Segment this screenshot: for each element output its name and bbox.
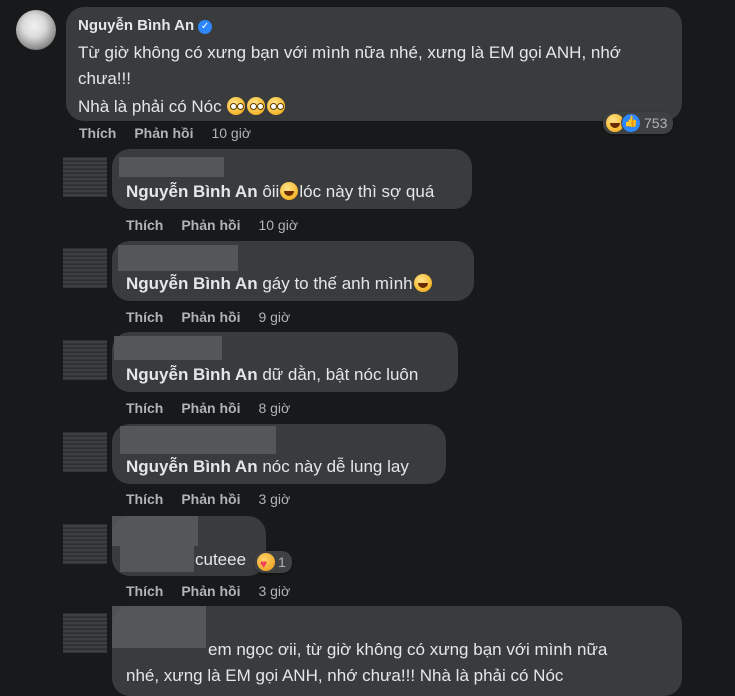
reply-text: em ngọc ơii, từ giờ không có xưng bạn vớ… [126, 637, 676, 689]
reply-text-line-2: nhé, xưng là EM gọi ANH, nhớ chưa!!! Nhà… [126, 666, 564, 685]
main-comment-line-1: Từ giờ không có xưng bạn với mình nữa nh… [78, 43, 621, 62]
like-button[interactable]: Thích [126, 309, 163, 325]
comment-timestamp[interactable]: 3 giờ [258, 583, 290, 599]
reply-actions: Thích Phản hồi 8 giờ [126, 400, 290, 416]
eyes-emoji-icon [227, 97, 246, 115]
reply-text: Nguyễn Bình An gáy to thế anh mình [126, 271, 433, 297]
like-button[interactable]: Thích [126, 583, 163, 599]
reply-text-part: lóc này thì sợ quá [299, 182, 435, 201]
reply-reaction-count: 1 [278, 554, 286, 570]
main-comment-reactions[interactable]: 👍 753 [603, 112, 674, 134]
reply-reactions[interactable]: 1 [254, 551, 292, 573]
reply-avatar[interactable] [63, 432, 107, 472]
like-reaction-icon: 👍 [621, 113, 641, 133]
redacted-name [120, 426, 276, 454]
redacted-name [118, 245, 238, 271]
main-comment-line-2: chưa!!! [78, 69, 131, 88]
reply-actions: Thích Phản hồi 9 giờ [126, 309, 290, 325]
reply-actions: Thích Phản hồi 3 giờ [126, 583, 290, 599]
like-button[interactable]: Thích [126, 217, 163, 233]
reply-mention[interactable]: Nguyễn Bình An [126, 365, 258, 384]
reply-bubble-2: Nguyễn Bình An gáy to thế anh mình [112, 241, 474, 301]
reply-mention[interactable]: Nguyễn Bình An [126, 274, 258, 293]
main-comment-text: Từ giờ không có xưng bạn với mình nữa nh… [78, 40, 678, 120]
reply-bubble-6: em ngọc ơii, từ giờ không có xưng bạn vớ… [112, 606, 682, 696]
eyes-emoji-icon [247, 97, 266, 115]
comment-timestamp[interactable]: 9 giờ [258, 309, 290, 325]
reply-text: Nguyễn Bình An nóc này dễ lung lay [126, 454, 409, 480]
laugh-emoji-icon [280, 182, 299, 200]
reply-bubble-5: cuteee [112, 516, 266, 576]
main-comment-line-3: Nhà là phải có Nóc [78, 97, 222, 116]
reply-actions: Thích Phản hồi 3 giờ [126, 491, 290, 507]
reply-button[interactable]: Phản hồi [181, 217, 240, 233]
reply-text-part: cuteee [195, 550, 247, 569]
main-comment-bubble: Nguyễn Bình An ✓ Từ giờ không có xưng bạn… [66, 7, 682, 121]
redacted-name [114, 336, 222, 360]
redacted-name [112, 516, 198, 546]
reply-text-line-1: em ngọc ơii, từ giờ không có xưng bạn vớ… [208, 640, 608, 659]
main-comment-actions: Thích Phản hồi 10 giờ [79, 125, 251, 141]
reply-mention[interactable]: Nguyễn Bình An [126, 182, 258, 201]
comment-timestamp[interactable]: 3 giờ [258, 491, 290, 507]
reply-text: cuteee [195, 547, 246, 573]
comment-timestamp[interactable]: 10 giờ [211, 125, 251, 141]
reply-avatar[interactable] [63, 248, 107, 288]
reply-actions: Thích Phản hồi 10 giờ [126, 217, 298, 233]
like-button[interactable]: Thích [126, 491, 163, 507]
comment-timestamp[interactable]: 10 giờ [258, 217, 298, 233]
verified-badge-icon: ✓ [198, 20, 213, 34]
reply-text-part: dữ dằn, bật nóc luôn [262, 365, 419, 384]
like-button[interactable]: Thích [126, 400, 163, 416]
redacted-mention [120, 546, 194, 572]
reply-text-part: nóc này dễ lung lay [262, 457, 409, 476]
reply-avatar[interactable] [63, 157, 107, 197]
reply-text-part: gáy to thế anh mình [262, 274, 413, 293]
reply-bubble-1: Nguyễn Bình An ôii lóc này thì sợ quá [112, 149, 472, 209]
main-comment-author-row: Nguyễn Bình An ✓ [78, 17, 213, 35]
reply-button[interactable]: Phản hồi [181, 400, 240, 416]
like-button[interactable]: Thích [79, 125, 116, 141]
main-comment-avatar[interactable] [16, 10, 56, 50]
reply-mention[interactable]: Nguyễn Bình An [126, 457, 258, 476]
eyes-emoji-icon [267, 97, 286, 115]
reply-button[interactable]: Phản hồi [181, 491, 240, 507]
rofl-emoji-icon [413, 274, 432, 292]
comment-timestamp[interactable]: 8 giờ [258, 400, 290, 416]
reply-bubble-4: Nguyễn Bình An nóc này dễ lung lay [112, 424, 446, 484]
reply-avatar[interactable] [63, 340, 107, 380]
reply-avatar[interactable] [63, 613, 107, 653]
reply-text: Nguyễn Bình An ôii lóc này thì sợ quá [126, 179, 434, 205]
reply-avatar[interactable] [63, 524, 107, 564]
reply-text: Nguyễn Bình An dữ dằn, bật nóc luôn [126, 362, 418, 388]
reply-bubble-3: Nguyễn Bình An dữ dằn, bật nóc luôn [112, 332, 458, 392]
main-comment-reaction-count: 753 [644, 115, 668, 131]
reply-button[interactable]: Phản hồi [181, 309, 240, 325]
main-comment-author[interactable]: Nguyễn Bình An [78, 17, 194, 34]
care-reaction-icon [257, 553, 275, 571]
reply-button[interactable]: Phản hồi [181, 583, 240, 599]
reply-text-part: ôii [262, 182, 280, 201]
redacted-name [119, 157, 224, 177]
reply-button[interactable]: Phản hồi [134, 125, 193, 141]
